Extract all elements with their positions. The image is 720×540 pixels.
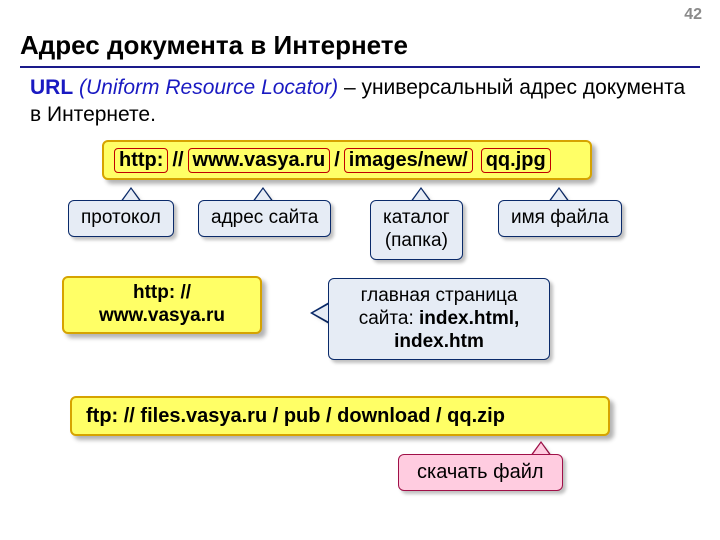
- page-title: Адрес документа в Интернете: [20, 30, 408, 61]
- callout-file: имя файла: [498, 200, 622, 237]
- url-example-box: http: // www.vasya.ru / images/new/ qq.j…: [102, 140, 592, 180]
- callout-file-label: имя файла: [511, 207, 609, 228]
- callout-host-label: адрес сайта: [211, 207, 318, 228]
- callout-download: скачать файл: [398, 454, 563, 491]
- page-number: 42: [684, 6, 702, 24]
- url-sep-2: /: [334, 149, 340, 172]
- url-english: (Uniform Resource Locator): [79, 76, 338, 99]
- callout-path-label-1: каталог: [383, 207, 450, 228]
- url-sep-1: //: [172, 149, 183, 172]
- short-url-line-2: www.vasya.ru: [99, 305, 225, 326]
- ftp-example-box: ftp: // files.vasya.ru / pub / download …: [70, 396, 610, 436]
- download-label: скачать файл: [417, 461, 544, 483]
- homepage-line-2a: сайта:: [359, 308, 419, 329]
- definition-line: URL (Uniform Resource Locator) – универс…: [30, 74, 690, 129]
- callout-path-label-2: (папка): [385, 230, 448, 251]
- url-seg-protocol: http:: [114, 148, 168, 173]
- short-url-box: http: // www.vasya.ru: [62, 276, 262, 334]
- homepage-line-2b: index.html,: [419, 308, 519, 329]
- homepage-line-3: index.htm: [394, 331, 484, 352]
- ftp-url-text: ftp: // files.vasya.ru / pub / download …: [86, 405, 505, 428]
- title-underline: [20, 66, 700, 68]
- url-acronym: URL: [30, 76, 73, 99]
- callout-protocol-label: протокол: [81, 207, 161, 228]
- callout-host: адрес сайта: [198, 200, 331, 237]
- homepage-line-1: главная страница: [361, 285, 518, 306]
- callout-protocol: протокол: [68, 200, 174, 237]
- callout-homepage: главная страница сайта: index.html, inde…: [328, 278, 550, 360]
- short-url-line-1: http: //: [133, 282, 191, 303]
- url-seg-host: www.vasya.ru: [188, 148, 331, 173]
- url-seg-path: images/new/: [344, 148, 473, 173]
- url-seg-file: qq.jpg: [481, 148, 551, 173]
- callout-path: каталог (папка): [370, 200, 463, 260]
